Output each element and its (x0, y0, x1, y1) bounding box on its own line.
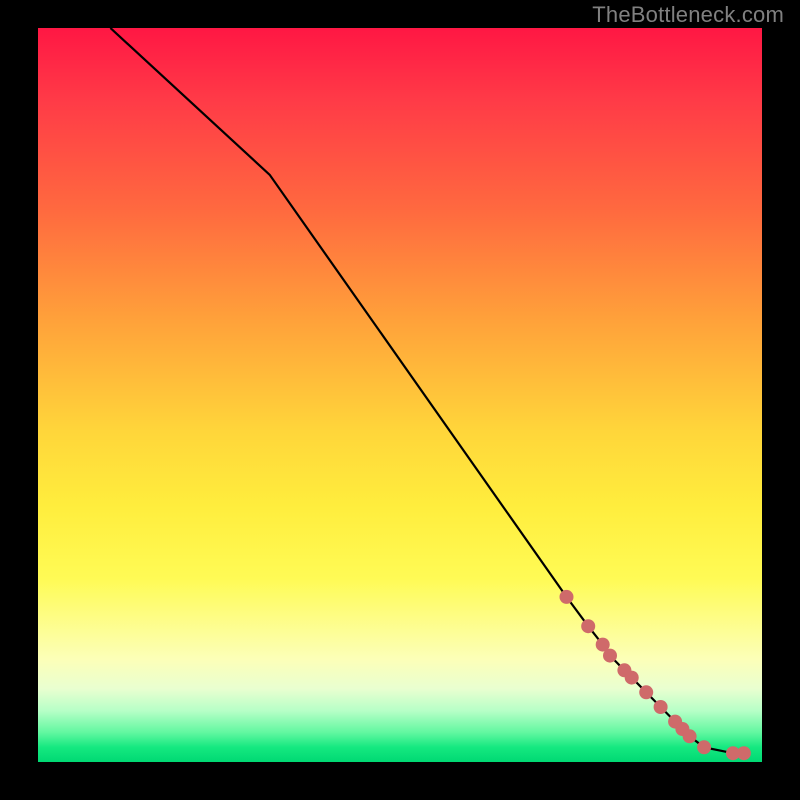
curve-layer (38, 28, 762, 762)
curve-line (110, 28, 744, 753)
curve-marker (737, 746, 751, 760)
chart-container: TheBottleneck.com (0, 0, 800, 800)
curve-marker (625, 671, 639, 685)
curve-marker (603, 649, 617, 663)
watermark-label: TheBottleneck.com (592, 2, 784, 28)
curve-markers (560, 590, 751, 760)
curve-marker (639, 685, 653, 699)
curve-marker (683, 729, 697, 743)
plot-area (38, 28, 762, 762)
curve-marker (654, 700, 668, 714)
curve-marker (697, 740, 711, 754)
curve-marker (581, 619, 595, 633)
curve-marker (560, 590, 574, 604)
